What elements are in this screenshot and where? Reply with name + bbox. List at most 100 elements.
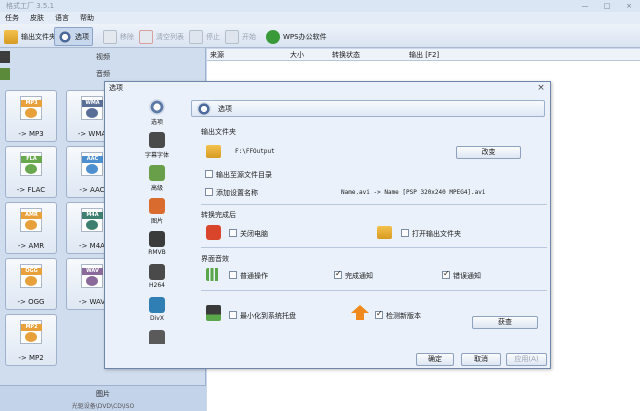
name-example: Name.avi -> Name [PSP 320x240 MPEG4].avi <box>341 189 486 196</box>
wps-icon <box>266 29 280 44</box>
toolbar: 输出文件夹 选项 移除 清空列表 停止 开始 WPS办公软件 <box>0 24 640 48</box>
error-notify-label: 错误通知 <box>453 272 481 280</box>
output-folder-button[interactable]: 输出文件夹 <box>1 27 59 46</box>
minimize-tray-checkbox[interactable] <box>229 311 237 319</box>
nav-item-options[interactable]: 选项 <box>131 97 183 129</box>
nav-item-advanced[interactable]: 高级 <box>131 163 183 195</box>
flac-icon: FLA <box>20 152 42 176</box>
nav-item-h264[interactable]: H264 <box>131 262 183 294</box>
shutdown-label: 关闭电脑 <box>240 230 268 238</box>
add-setting-name-label: 添加设置名称 <box>216 189 258 197</box>
menu-skin[interactable]: 皮肤 <box>30 12 44 24</box>
remove-icon <box>103 29 117 44</box>
format-amr[interactable]: AMR -> AMR <box>5 202 57 254</box>
options-icon <box>197 102 211 116</box>
col-source[interactable]: 来源 <box>210 49 224 61</box>
minimize-button[interactable]: — <box>574 0 596 12</box>
cancel-button[interactable]: 取消 <box>461 353 501 366</box>
more-format-icon <box>149 330 165 344</box>
category-image[interactable]: 图片 光驱设备\DVD\CD\ISO <box>0 385 206 411</box>
normal-operation-checkbox[interactable] <box>229 271 237 279</box>
col-status[interactable]: 转换状态 <box>332 49 360 61</box>
use-source-dir-label: 输出至源文件目录 <box>216 171 272 179</box>
stop-button[interactable]: 停止 <box>186 27 223 46</box>
category-audio[interactable]: 音频 <box>0 67 206 81</box>
nav-item-divx[interactable]: DivX <box>131 295 183 327</box>
options-button[interactable]: 选项 <box>54 27 93 46</box>
check-update-label: 检测新版本 <box>386 312 421 320</box>
col-output[interactable]: 输出 [F2] <box>409 49 439 61</box>
menu-language[interactable]: 语言 <box>55 12 69 24</box>
options-nav: 选项 字幕字体 高级 图片 RMVB H264 DivX ▼ <box>131 97 187 344</box>
open-folder-icon <box>377 226 392 239</box>
complete-notify-checkbox[interactable] <box>334 269 342 279</box>
nav-item-rmvb[interactable]: RMVB <box>131 229 183 261</box>
folder-icon <box>4 29 18 44</box>
open-output-checkbox[interactable] <box>401 229 409 237</box>
signal-bars-icon <box>206 268 221 281</box>
normal-operation-label: 普通操作 <box>240 272 268 280</box>
app-title: 格式工厂 3.5.1 <box>6 2 55 10</box>
change-folder-button[interactable]: 改变 <box>456 146 521 159</box>
format-mp3[interactable]: MP3 -> MP3 <box>5 90 57 142</box>
wps-office-button[interactable]: WPS办公软件 <box>263 27 330 46</box>
clear-list-button[interactable]: 清空列表 <box>136 27 187 46</box>
separator <box>201 204 547 205</box>
home-update-icon-base <box>356 313 364 320</box>
picture-icon <box>149 198 165 214</box>
maximize-button[interactable]: □ <box>596 0 618 12</box>
section-after-convert: 转换完成后 <box>201 211 236 219</box>
menu-help[interactable]: 帮助 <box>80 12 94 24</box>
section-output-folder: 输出文件夹 <box>201 128 236 136</box>
home-update-icon <box>351 305 369 313</box>
format-flac[interactable]: FLA -> FLAC <box>5 146 57 198</box>
nav-item-subtitle-font[interactable]: 字幕字体 <box>131 130 183 162</box>
menu-bar: 任务 皮肤 语言 帮助 <box>0 12 640 24</box>
advanced-icon <box>149 165 165 181</box>
title-bar: 格式工厂 3.5.1 — □ × <box>0 0 640 12</box>
separator <box>201 290 547 291</box>
use-source-dir-checkbox[interactable] <box>205 170 213 178</box>
nav-item-more[interactable] <box>131 328 183 344</box>
col-size[interactable]: 大小 <box>290 49 304 61</box>
mp2-icon: MP2 <box>20 320 42 344</box>
stop-icon <box>189 29 203 44</box>
task-list-header: 来源 大小 转换状态 输出 [F2] <box>207 49 640 61</box>
check-now-button[interactable]: 获查 <box>472 316 538 329</box>
check-update-checkbox[interactable] <box>375 309 383 319</box>
apply-button[interactable]: 应用(A) <box>506 353 547 366</box>
wma-icon: WMA <box>81 96 103 120</box>
window-controls: — □ × <box>574 0 640 12</box>
category-video[interactable]: 视频 <box>0 50 206 64</box>
video-category-icon <box>0 51 10 63</box>
ok-button[interactable]: 确定 <box>416 353 454 366</box>
dialog-title: 选项 <box>109 84 123 92</box>
nav-item-picture[interactable]: 图片 <box>131 196 183 228</box>
options-panel-header: 选项 <box>191 100 545 117</box>
output-folder-icon <box>206 145 221 158</box>
complete-notify-label: 完成通知 <box>345 272 373 280</box>
section-ui-sound: 界面音效 <box>201 255 229 263</box>
output-folder-path: F:\FFOutput <box>235 148 275 155</box>
wav-icon: WAV <box>81 264 103 288</box>
shutdown-checkbox[interactable] <box>229 229 237 237</box>
aac-icon: AAC <box>81 152 103 176</box>
options-dialog: 选项 × 选项 字幕字体 高级 图片 RMVB H264 DivX 选项 输出文… <box>104 81 551 369</box>
start-button[interactable]: 开始 <box>222 27 259 46</box>
divx-icon <box>149 297 165 313</box>
audio-category-icon <box>0 68 10 80</box>
clear-list-icon <box>139 29 153 44</box>
dialog-close-button[interactable]: × <box>536 82 546 95</box>
h264-icon <box>149 264 165 280</box>
menu-task[interactable]: 任务 <box>5 12 19 24</box>
minimize-tray-label: 最小化到系统托盘 <box>240 312 296 320</box>
format-ogg[interactable]: OGG -> OGG <box>5 258 57 310</box>
close-window-button[interactable]: × <box>618 0 640 12</box>
options-icon <box>58 29 72 44</box>
error-notify-checkbox[interactable] <box>442 269 450 279</box>
remove-button[interactable]: 移除 <box>100 27 137 46</box>
start-icon <box>225 29 239 44</box>
mp3-icon: MP3 <box>20 96 42 120</box>
format-mp2[interactable]: MP2 -> MP2 <box>5 314 57 366</box>
add-setting-name-checkbox[interactable] <box>205 188 213 196</box>
